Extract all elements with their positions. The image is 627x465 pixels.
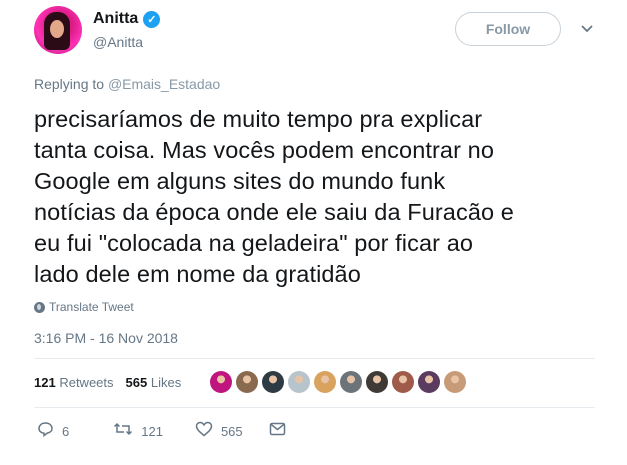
liker-avatar[interactable] <box>262 371 284 393</box>
liker-avatar[interactable] <box>210 371 232 393</box>
retweet-icon <box>113 421 133 441</box>
retweet-count: 121 <box>141 423 163 439</box>
tweet-line: notícias da época onde ele saiu da Furac… <box>34 199 514 225</box>
liker-avatar[interactable] <box>288 371 310 393</box>
like-count: 565 <box>220 423 243 439</box>
tweet-text: precisaríamos de muito tempo pra explica… <box>34 104 594 290</box>
tweet-line: lado dele em nome da gratidão <box>34 261 361 287</box>
retweet-action[interactable]: 121 <box>113 421 163 441</box>
liker-avatar[interactable] <box>418 371 440 393</box>
liker-avatar[interactable] <box>340 371 362 393</box>
tweet-actions: 6 121 565 <box>34 421 286 441</box>
tweet-line: precisaríamos de muito tempo pra explica… <box>34 106 483 132</box>
reply-count: 6 <box>62 423 70 439</box>
display-name-text: Anitta <box>93 10 139 27</box>
liker-avatars <box>210 371 466 393</box>
liker-avatar[interactable] <box>444 371 466 393</box>
profile-avatar[interactable] <box>34 6 82 54</box>
retweets-count: 121 <box>34 375 56 390</box>
verified-badge-icon: ✓ <box>143 10 161 28</box>
divider <box>34 358 595 359</box>
replying-to: Replying to @Emais_Estadao <box>34 76 220 92</box>
replying-prefix: Replying to <box>34 76 105 92</box>
liker-avatar[interactable] <box>236 371 258 393</box>
tweet-line: tanta coisa. Mas vocês podem encontrar n… <box>34 137 494 163</box>
tweet-line: Google em alguns sites do mundo funk <box>34 168 446 194</box>
liker-avatar[interactable] <box>392 371 414 393</box>
likes-label: Likes <box>150 375 182 390</box>
tweet-line: eu fui "colocada na geladeira" por ficar… <box>34 230 474 256</box>
direct-message-action[interactable] <box>269 422 286 440</box>
liker-avatar[interactable] <box>314 371 336 393</box>
display-name[interactable]: Anitta ✓ <box>93 10 161 28</box>
retweets-stat[interactable]: 121 Retweets <box>34 375 114 390</box>
tweet-timestamp[interactable]: 3:16 PM - 16 Nov 2018 <box>34 330 178 346</box>
divider <box>34 407 595 408</box>
avatar-face <box>50 20 64 38</box>
reply-mention-link[interactable]: @Emais_Estadao <box>108 76 220 92</box>
globe-icon <box>34 301 45 313</box>
chevron-down-icon[interactable] <box>580 22 594 36</box>
engagement-stats: 121 Retweets 565 Likes <box>34 375 181 390</box>
translate-tweet-link[interactable]: Translate Tweet <box>34 300 134 314</box>
reply-action[interactable]: 6 <box>37 421 69 441</box>
retweets-label: Retweets <box>59 375 114 390</box>
liker-avatar[interactable] <box>366 371 388 393</box>
reply-icon <box>37 421 54 441</box>
like-action[interactable]: 565 <box>195 421 243 441</box>
follow-button[interactable]: Follow <box>455 12 561 46</box>
user-handle[interactable]: @Anitta <box>93 34 143 50</box>
likes-count: 565 <box>125 375 148 390</box>
envelope-icon <box>269 422 286 440</box>
likes-stat[interactable]: 565 Likes <box>126 375 182 390</box>
translate-label: Translate Tweet <box>49 300 134 314</box>
heart-icon <box>195 421 213 441</box>
